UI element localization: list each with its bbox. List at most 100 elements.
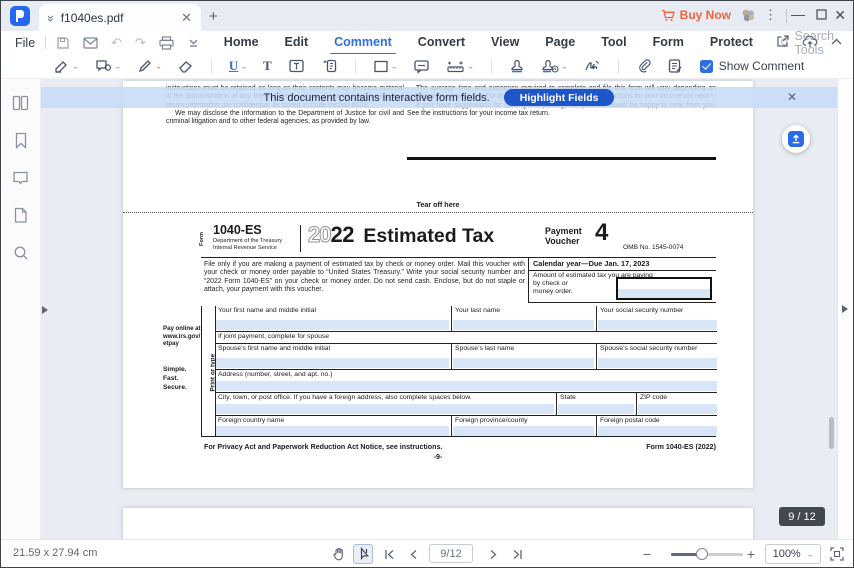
next-page-button[interactable]: [483, 544, 503, 564]
promo-badge-icon[interactable]: [740, 7, 757, 24]
signature-tool[interactable]: [581, 56, 604, 76]
measure-tool[interactable]: ⌄: [443, 57, 477, 75]
page-number-input[interactable]: [429, 544, 473, 563]
document-viewport[interactable]: instructions must be retained as long as…: [41, 79, 837, 539]
spouse-first-name-input[interactable]: [216, 358, 449, 368]
eraser-tool[interactable]: [175, 57, 197, 76]
custom-stamp-tool[interactable]: ⌄: [538, 56, 571, 76]
city-input[interactable]: [216, 404, 554, 414]
show-comment-checkbox[interactable]: [700, 60, 713, 73]
underline-tool[interactable]: U⌄: [226, 56, 250, 76]
document-tab[interactable]: » f1040es.pdf ✕: [39, 4, 201, 31]
amount-input-field[interactable]: [616, 277, 712, 300]
menu-protect[interactable]: Protect: [710, 32, 753, 53]
share-icon[interactable]: [776, 34, 790, 48]
zoom-slider[interactable]: [671, 553, 743, 556]
spouse-ssn-input[interactable]: [598, 358, 717, 368]
buy-now-button[interactable]: Buy Now: [661, 8, 731, 22]
comment-summary-tool[interactable]: [664, 56, 686, 76]
zoom-slider-thumb[interactable]: [696, 548, 708, 560]
zoom-level-select[interactable]: 100% ⌄: [765, 544, 821, 564]
menu-page[interactable]: Page: [545, 32, 575, 53]
expand-left-panel-icon[interactable]: [42, 306, 48, 314]
titlebar-divider: [786, 9, 787, 23]
window-close-button[interactable]: ✕: [834, 7, 846, 24]
print-icon[interactable]: [159, 36, 174, 50]
address-input[interactable]: [216, 381, 717, 391]
last-page-button[interactable]: [507, 544, 527, 564]
toolbar-divider: [211, 59, 212, 74]
first-page-button[interactable]: [379, 544, 399, 564]
more-menu-icon[interactable]: ⋮: [764, 7, 777, 23]
select-tool-button[interactable]: [353, 544, 373, 564]
attachment-panel-icon[interactable]: [13, 207, 28, 224]
summary-note-icon: [667, 58, 683, 74]
typewriter-tool[interactable]: [318, 56, 341, 76]
text-comment-tool[interactable]: [410, 57, 433, 76]
menu-home[interactable]: Home: [224, 32, 259, 53]
foreign-postal-input[interactable]: [598, 426, 717, 436]
vertical-scrollbar[interactable]: [829, 417, 834, 449]
highlight-fields-button[interactable]: Highlight Fields: [504, 89, 615, 106]
quick-access-more-icon[interactable]: [187, 36, 200, 49]
highlight-tool[interactable]: ⌄: [50, 56, 82, 76]
state-input[interactable]: [558, 404, 634, 414]
pdf-page-9[interactable]: instructions must be retained as long as…: [123, 81, 753, 488]
comment-pencil-tool[interactable]: ⌄: [92, 56, 125, 76]
field-label: Your last name: [452, 306, 596, 314]
comment-panel-icon[interactable]: [12, 170, 29, 186]
menu-tool[interactable]: Tool: [601, 32, 626, 53]
text-box-tool[interactable]: [285, 56, 308, 76]
search-panel-icon[interactable]: [13, 245, 29, 261]
redo-icon[interactable]: ↷: [135, 35, 146, 51]
expand-right-panel-icon[interactable]: [842, 305, 848, 313]
fit-screen-button[interactable]: [827, 544, 847, 564]
section-rule: [407, 157, 716, 160]
foreign-country-input[interactable]: [216, 426, 449, 436]
attachment-tool[interactable]: [633, 56, 654, 76]
foreign-province-input[interactable]: [453, 426, 594, 436]
email-icon[interactable]: [83, 37, 98, 49]
dept-line1: Department of the Treasury: [213, 238, 282, 245]
show-comment-toggle[interactable]: Show Comment: [700, 59, 804, 73]
undo-icon[interactable]: ↶: [111, 35, 122, 51]
voucher-word: Voucher: [545, 236, 582, 246]
menu-view[interactable]: View: [491, 32, 519, 53]
new-tab-button[interactable]: +: [209, 8, 218, 25]
collapse-toolbar-icon[interactable]: [830, 37, 843, 46]
window-minimize-button[interactable]: —: [791, 6, 805, 22]
payment-word: Payment: [545, 226, 582, 236]
previous-page-button[interactable]: [403, 544, 423, 564]
zoom-in-button[interactable]: +: [741, 544, 761, 564]
spouse-last-name-input[interactable]: [453, 358, 594, 368]
menu-convert[interactable]: Convert: [418, 32, 465, 53]
thumbnail-panel-icon[interactable]: [12, 95, 29, 111]
first-name-input[interactable]: [216, 320, 449, 330]
window-maximize-button[interactable]: [816, 9, 827, 20]
cloud-upload-icon[interactable]: [802, 35, 818, 48]
save-icon[interactable]: [56, 36, 70, 50]
upload-floating-button[interactable]: [782, 125, 810, 153]
stamp-tool[interactable]: [506, 56, 528, 76]
ssn-input[interactable]: [598, 320, 717, 330]
shape-tool[interactable]: ⌄: [370, 57, 401, 76]
eraser-icon: [178, 59, 194, 74]
zip-input[interactable]: [638, 404, 717, 414]
pdf-page-10[interactable]: [123, 508, 753, 539]
menu-comment[interactable]: Comment: [334, 32, 392, 53]
field-label: Foreign postal code: [597, 416, 717, 424]
zoom-out-button[interactable]: −: [637, 544, 657, 564]
menu-form[interactable]: Form: [653, 32, 684, 53]
pencil-tool[interactable]: ⌄: [134, 56, 165, 76]
field-label: Address (number, street, and apt. no.): [215, 370, 717, 378]
add-text-tool[interactable]: T: [260, 56, 275, 76]
last-name-input[interactable]: [453, 320, 594, 330]
tab-chevrons-icon[interactable]: »: [44, 15, 58, 21]
tab-close-icon[interactable]: ✕: [181, 10, 192, 26]
notification-close-icon[interactable]: ✕: [787, 90, 797, 104]
menu-edit[interactable]: Edit: [285, 32, 309, 53]
hand-tool-button[interactable]: [329, 544, 349, 564]
title-bar: » f1040es.pdf ✕ + Buy Now ⋮ — ✕: [1, 1, 853, 31]
bookmark-panel-icon[interactable]: [14, 132, 28, 149]
menu-file[interactable]: File: [15, 36, 35, 50]
